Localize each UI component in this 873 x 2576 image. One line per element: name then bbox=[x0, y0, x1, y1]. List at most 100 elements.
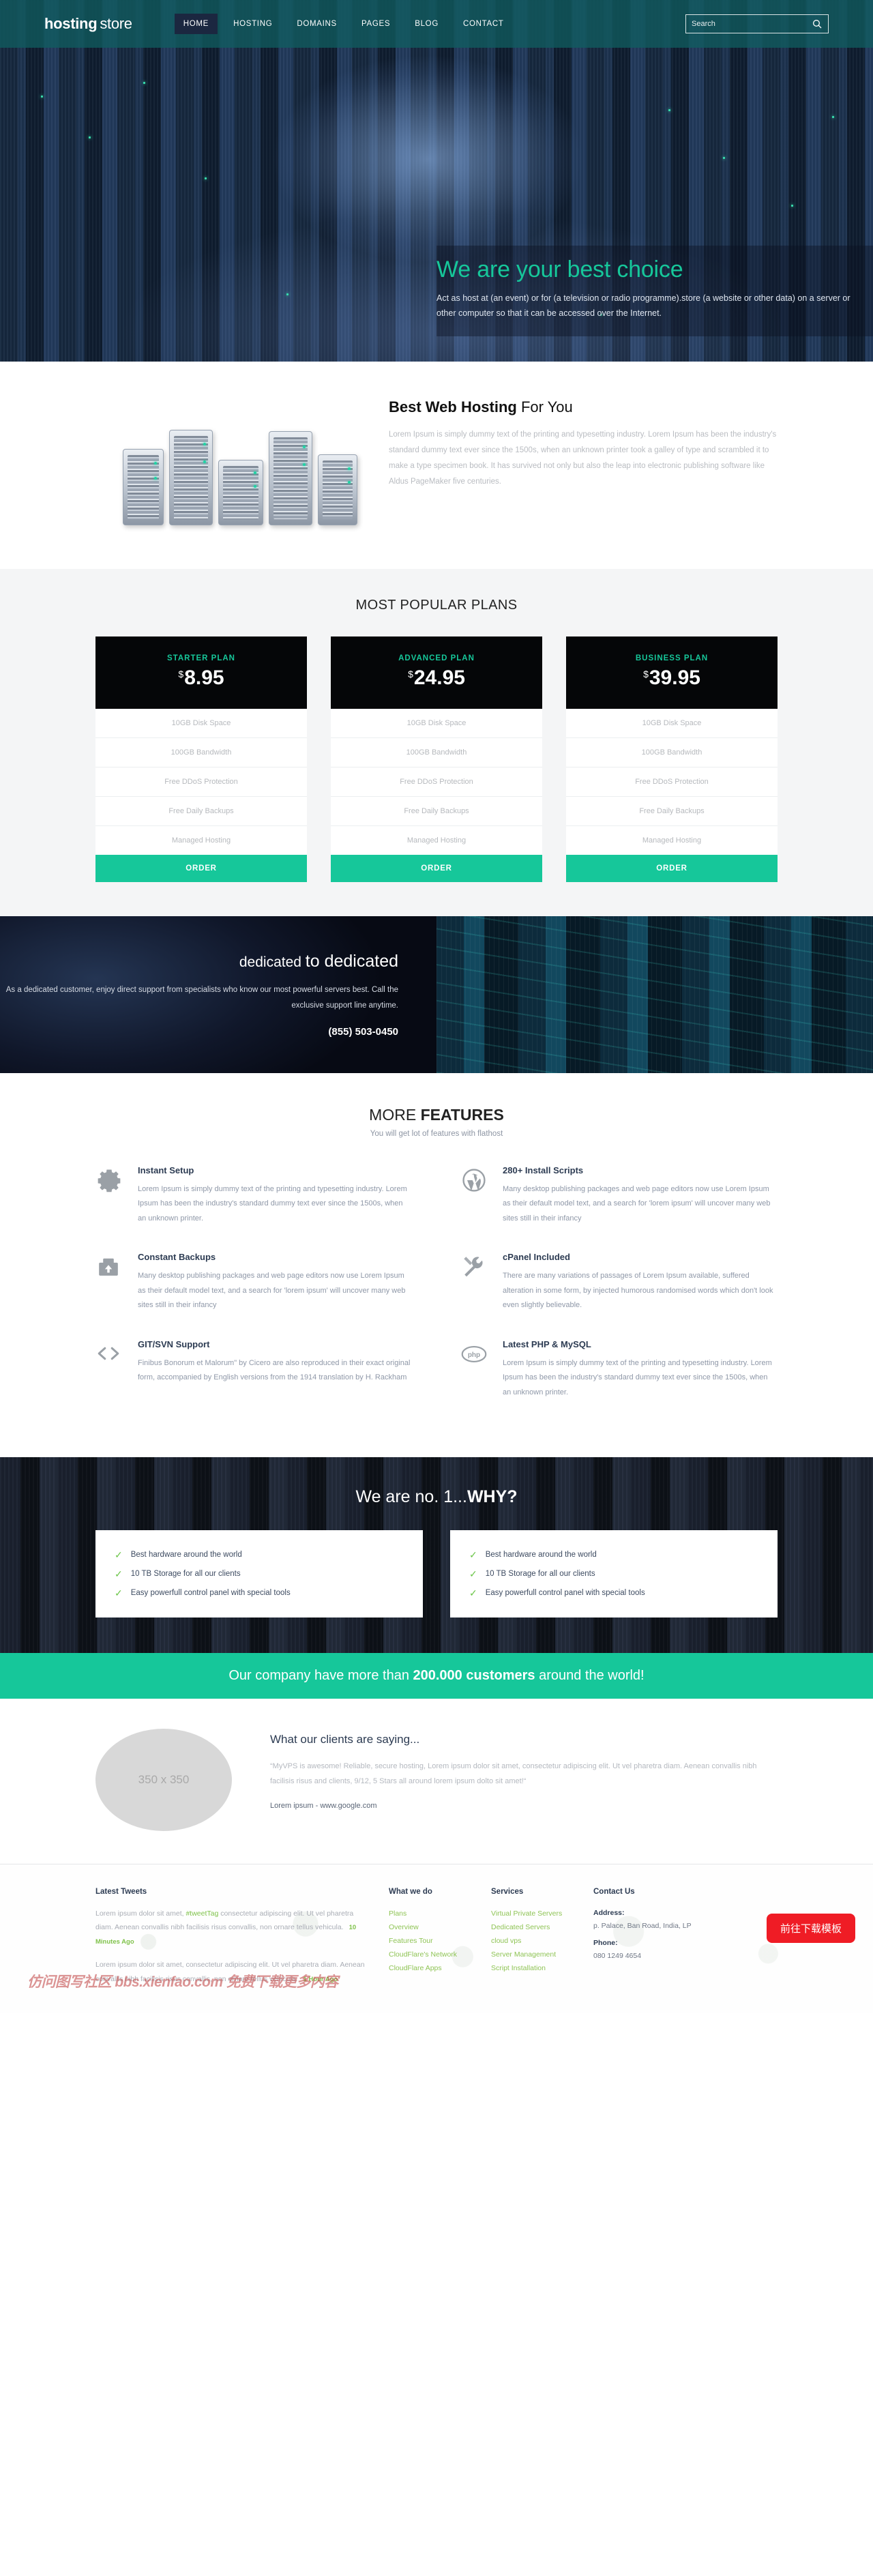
logo-bold-text: hosting bbox=[44, 15, 98, 32]
plan-order-button[interactable]: ORDER bbox=[331, 855, 542, 882]
best-hosting-section: Best Web Hosting For You Lorem Ipsum is … bbox=[0, 362, 873, 569]
watermark-text: 仿问图写社区 bbs.xienfao.com 免费下载更多内容 bbox=[27, 1974, 338, 1991]
search-icon[interactable] bbox=[812, 18, 823, 29]
why-title: We are no. 1...WHY? bbox=[95, 1487, 778, 1507]
feature-item: Constant Backups Many desktop publishing… bbox=[95, 1252, 413, 1313]
features-title: MORE FEATURES bbox=[95, 1106, 778, 1124]
main-nav: HOME HOSTING DOMAINS PAGES BLOG CONTACT bbox=[174, 14, 520, 34]
plans-section-title: MOST POPULAR PLANS bbox=[355, 598, 518, 613]
footer-link-script-installation[interactable]: Script Installation bbox=[491, 1961, 584, 1975]
php-icon: php bbox=[460, 1339, 503, 1400]
logo-light-text: store bbox=[100, 15, 132, 32]
best-hosting-title-bold: Best Web Hosting bbox=[389, 398, 517, 415]
plan-name: BUSINESS PLAN bbox=[635, 654, 709, 662]
plan-order-button[interactable]: ORDER bbox=[95, 855, 307, 882]
plan-name: STARTER PLAN bbox=[167, 654, 235, 662]
features-subtitle: You will get lot of features with flatho… bbox=[370, 1130, 503, 1138]
customers-banner: Our company have more than 200.000 custo… bbox=[0, 1652, 873, 1699]
nav-item-blog[interactable]: BLOG bbox=[406, 14, 447, 34]
plan-header: BUSINESS PLAN $39.95 bbox=[566, 636, 778, 709]
footer-contact-heading: Contact Us bbox=[593, 1887, 635, 1896]
plan-currency: $ bbox=[408, 669, 413, 679]
wordpress-icon bbox=[460, 1165, 503, 1226]
search-box[interactable] bbox=[685, 14, 829, 33]
why-list-label: Easy powerfull control panel with specia… bbox=[485, 1588, 645, 1597]
why-list-item: ✓ Best hardware around the world bbox=[115, 1545, 404, 1564]
dedicated-phone: (855) 503-0450 bbox=[328, 1026, 398, 1038]
testimonial-title: What our clients are saying... bbox=[270, 1732, 420, 1746]
plan-feature: Managed Hosting bbox=[406, 836, 467, 845]
best-hosting-title: Best Web Hosting For You bbox=[389, 398, 778, 416]
backup-icon bbox=[95, 1252, 138, 1313]
footer-link-features-tour[interactable]: Features Tour bbox=[389, 1934, 482, 1948]
plan-price: $24.95 bbox=[331, 667, 542, 690]
plan-features: 10GB Disk Space 100GB Bandwidth Free DDo… bbox=[95, 709, 307, 855]
check-icon: ✓ bbox=[469, 1568, 477, 1579]
footer-link-cloudflare-network[interactable]: CloudFlare's Network bbox=[389, 1948, 482, 1961]
why-title-bold: WHY? bbox=[467, 1487, 518, 1506]
footer-phone-label: Phone: bbox=[593, 1938, 618, 1947]
plans-grid: STARTER PLAN $8.95 10GB Disk Space 100GB… bbox=[95, 636, 778, 882]
plan-currency: $ bbox=[178, 669, 184, 679]
feature-item: php Latest PHP & MySQL Lorem Ipsum is si… bbox=[460, 1339, 778, 1400]
wrench-icon bbox=[460, 1252, 503, 1313]
features-title-bold: FEATURES bbox=[420, 1106, 504, 1124]
dedicated-title-light: dedicated bbox=[239, 954, 306, 970]
customers-banner-text: Our company have more than 200.000 custo… bbox=[0, 1668, 873, 1684]
feature-text: Many desktop publishing packages and web… bbox=[503, 1185, 771, 1223]
feature-title: Latest PHP & MySQL bbox=[503, 1338, 591, 1349]
check-icon: ✓ bbox=[469, 1587, 477, 1598]
footer-tweets-heading: Latest Tweets bbox=[95, 1887, 147, 1896]
server-stack-illustration bbox=[95, 394, 389, 538]
feature-item: 280+ Install Scripts Many desktop publis… bbox=[460, 1165, 778, 1226]
hero-caption: We are your best choice Act as host at (… bbox=[436, 246, 873, 336]
check-icon: ✓ bbox=[115, 1587, 123, 1598]
why-list-item: ✓ Easy powerfull control panel with speci… bbox=[115, 1583, 404, 1602]
site-footer: Latest Tweets Lorem ipsum dolor sit amet… bbox=[0, 1863, 873, 2014]
plan-feature: Free Daily Backups bbox=[331, 797, 542, 826]
search-input[interactable] bbox=[692, 20, 812, 28]
plan-price-value: 24.95 bbox=[413, 667, 465, 689]
plan-price: $39.95 bbox=[566, 667, 778, 690]
footer-services-column: Services Virtual Private Servers Dedicat… bbox=[491, 1888, 593, 1995]
why-list-item: ✓ 10 TB Storage for all our clients bbox=[469, 1564, 758, 1583]
dedicated-title: dedicated to dedicated bbox=[0, 952, 398, 971]
nav-item-hosting[interactable]: HOSTING bbox=[224, 14, 281, 34]
feature-text: There are many variations of passages of… bbox=[503, 1272, 773, 1310]
dedicated-image-panel bbox=[436, 916, 873, 1073]
why-card-right: ✓ Best hardware around the world ✓ 10 TB S… bbox=[450, 1530, 778, 1618]
nav-item-contact[interactable]: CONTACT bbox=[454, 14, 513, 34]
tweet-hashtag[interactable]: #tweetTag bbox=[186, 1909, 218, 1918]
nav-item-home[interactable]: HOME bbox=[174, 14, 218, 34]
hero-section: hosting store HOME HOSTING DOMAINS PAGES … bbox=[0, 0, 873, 362]
download-template-badge[interactable]: 前往下载模板 bbox=[766, 1913, 855, 1943]
testimonial-avatar-placeholder: 350 x 350 bbox=[95, 1728, 232, 1831]
testimonial-quote: “MyVPS is awesome! Reliable, secure host… bbox=[270, 1761, 757, 1786]
plan-price-value: 8.95 bbox=[184, 667, 224, 689]
testimonial-section: 350 x 350 What our clients are saying...… bbox=[0, 1698, 873, 1864]
footer-link-plans[interactable]: Plans bbox=[389, 1907, 482, 1920]
banner-highlight: 200.000 customers bbox=[413, 1667, 535, 1683]
footer-address-label: Address: bbox=[593, 1908, 625, 1917]
banner-prefix: Our company have more than bbox=[228, 1667, 413, 1683]
footer-link-cloud-vps[interactable]: cloud vps bbox=[491, 1934, 584, 1948]
footer-link-overview[interactable]: Overview bbox=[389, 1920, 482, 1934]
more-features-section: MORE FEATURES You will get lot of featur… bbox=[0, 1073, 873, 1457]
site-logo[interactable]: hosting store bbox=[44, 15, 132, 33]
hero-paragraph: Act as host at (an event) or for (a tele… bbox=[436, 293, 850, 318]
plan-name: ADVANCED PLAN bbox=[398, 654, 475, 662]
footer-link-dedicated-servers[interactable]: Dedicated Servers bbox=[491, 1920, 584, 1934]
footer-link-cloudflare-apps[interactable]: CloudFlare Apps bbox=[389, 1961, 482, 1975]
feature-title: 280+ Install Scripts bbox=[503, 1165, 584, 1175]
plan-feature: 100GB Bandwidth bbox=[331, 738, 542, 767]
plan-order-button[interactable]: ORDER bbox=[566, 855, 778, 882]
nav-item-domains[interactable]: DOMAINS bbox=[288, 14, 346, 34]
nav-item-pages[interactable]: PAGES bbox=[353, 14, 399, 34]
plan-feature: 10GB Disk Space bbox=[331, 709, 542, 738]
check-icon: ✓ bbox=[469, 1549, 477, 1560]
why-title-light: We are no. 1... bbox=[355, 1487, 467, 1506]
footer-link-vps[interactable]: Virtual Private Servers bbox=[491, 1907, 584, 1920]
footer-link-server-management[interactable]: Server Management bbox=[491, 1948, 584, 1961]
why-list-item: ✓ Easy powerfull control panel with speci… bbox=[469, 1583, 758, 1602]
why-list-item: ✓ Best hardware around the world bbox=[469, 1545, 758, 1564]
